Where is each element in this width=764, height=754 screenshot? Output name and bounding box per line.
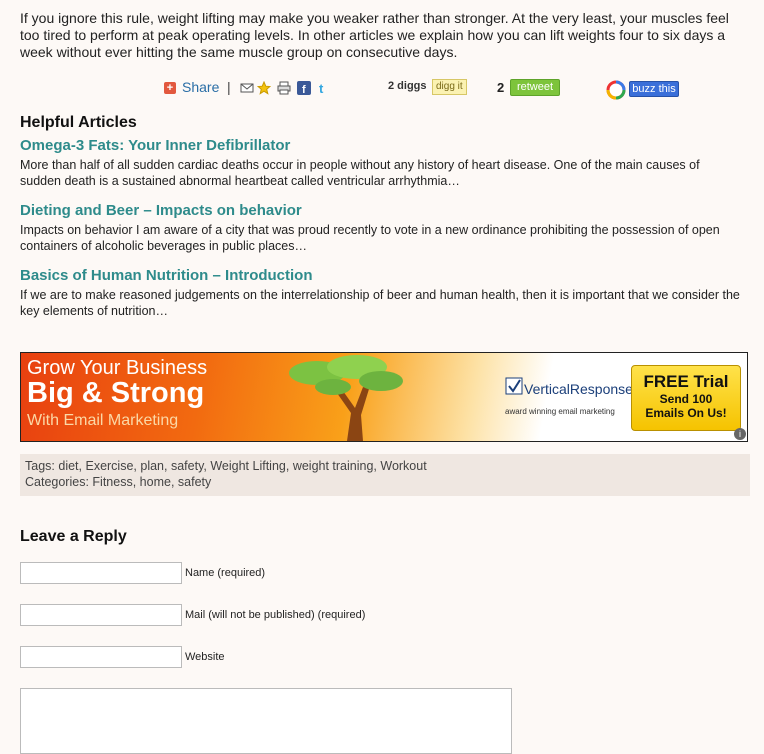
tag-link[interactable]: weight training bbox=[293, 459, 374, 473]
share-link[interactable]: Share bbox=[182, 79, 219, 95]
intro-paragraph: If you ignore this rule, weight lifting … bbox=[20, 10, 729, 60]
star-icon[interactable] bbox=[257, 81, 271, 95]
tag-link[interactable]: Workout bbox=[380, 459, 426, 473]
trial-line-2: Emails On Us! bbox=[645, 406, 727, 420]
svg-text:t: t bbox=[319, 81, 324, 95]
helpful-articles-heading: Helpful Articles bbox=[20, 114, 137, 131]
facebook-icon[interactable]: f bbox=[297, 81, 311, 95]
tags-label: Tags: bbox=[25, 459, 55, 473]
category-link[interactable]: Fitness bbox=[92, 475, 132, 489]
article-excerpt: If we are to make reasoned judgements on… bbox=[20, 288, 740, 318]
digg-button[interactable]: digg it bbox=[432, 79, 467, 95]
share-bar: + Share | f t 2 diggs digg it 2 retweet … bbox=[164, 78, 724, 100]
category-link[interactable]: safety bbox=[178, 475, 211, 489]
retweet-count: 2 bbox=[497, 80, 505, 95]
diggs-count: 2 diggs bbox=[388, 80, 427, 92]
tag-link[interactable]: Exercise bbox=[85, 459, 133, 473]
tag-link[interactable]: plan bbox=[140, 459, 164, 473]
banner-tagline: With Email Marketing bbox=[27, 412, 179, 429]
email-input[interactable] bbox=[20, 604, 182, 626]
article-item: Dieting and Beer – Impacts on behavior I… bbox=[20, 202, 740, 254]
buzz-button[interactable]: buzz this bbox=[629, 81, 679, 97]
tag-link[interactable]: diet bbox=[58, 459, 78, 473]
trial-title: FREE Trial bbox=[643, 372, 729, 391]
categories-label: Categories: bbox=[25, 475, 89, 489]
logo-subtitle: award winning email marketing bbox=[505, 407, 615, 416]
google-buzz-icon[interactable] bbox=[606, 80, 626, 100]
article-title-link[interactable]: Omega-3 Fats: Your Inner Defibrillator bbox=[20, 137, 740, 155]
article-excerpt: Impacts on behavior I am aware of a city… bbox=[20, 223, 720, 253]
svg-text:f: f bbox=[302, 84, 306, 95]
banner-main-text: Big & Strong bbox=[27, 377, 205, 409]
tree-illustration bbox=[289, 355, 403, 441]
article-title-link[interactable]: Basics of Human Nutrition – Introduction bbox=[20, 267, 740, 285]
ad-info-icon[interactable]: i bbox=[734, 428, 746, 440]
tag-link[interactable]: Weight Lifting bbox=[210, 459, 286, 473]
print-icon[interactable] bbox=[277, 81, 291, 95]
mail-icon[interactable] bbox=[240, 81, 254, 95]
article-item: Omega-3 Fats: Your Inner Defibrillator M… bbox=[20, 137, 740, 189]
share-separator: | bbox=[227, 79, 231, 95]
plus-icon[interactable]: + bbox=[164, 82, 176, 94]
tag-link[interactable]: safety bbox=[171, 459, 203, 473]
twitter-icon[interactable]: t bbox=[317, 81, 331, 95]
tags-categories-box: Tags: diet, Exercise, plan, safety, Weig… bbox=[20, 454, 750, 496]
tags-line: Tags: diet, Exercise, plan, safety, Weig… bbox=[25, 459, 427, 473]
article-title-link[interactable]: Dieting and Beer – Impacts on behavior bbox=[20, 202, 740, 220]
website-input[interactable] bbox=[20, 646, 182, 668]
article-excerpt: More than half of all sudden cardiac dea… bbox=[20, 158, 700, 188]
categories-line: Categories: Fitness, home, safety bbox=[25, 475, 212, 489]
name-label: Name (required) bbox=[185, 567, 266, 579]
verticalresponse-logo: VerticalResponse bbox=[524, 381, 633, 397]
comment-textarea[interactable] bbox=[20, 688, 512, 754]
leave-reply-heading: Leave a Reply bbox=[20, 528, 127, 545]
checkmark-icon bbox=[505, 377, 523, 395]
trial-line-1: Send 100 bbox=[659, 392, 713, 406]
article-item: Basics of Human Nutrition – Introduction… bbox=[20, 267, 740, 319]
category-link[interactable]: home bbox=[140, 475, 171, 489]
retweet-button[interactable]: retweet bbox=[510, 79, 560, 96]
free-trial-button[interactable]: FREE Trial Send 100 Emails On Us! bbox=[631, 365, 741, 431]
website-label: Website bbox=[185, 651, 225, 663]
ad-banner[interactable]: Grow Your Business Big & Strong With Ema… bbox=[20, 352, 748, 442]
mail-label: Mail (will not be published) (required) bbox=[185, 609, 366, 621]
name-input[interactable] bbox=[20, 562, 182, 584]
